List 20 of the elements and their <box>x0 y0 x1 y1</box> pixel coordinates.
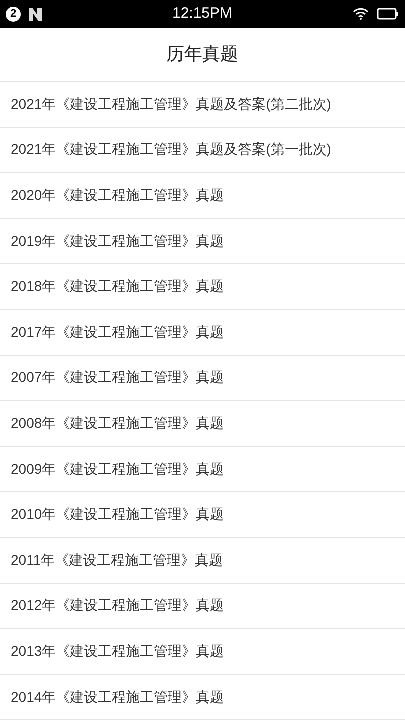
list-item[interactable]: 2017年《建设工程施工管理》真题 <box>0 310 405 356</box>
app-logo-icon <box>29 8 42 20</box>
wifi-icon <box>353 8 369 20</box>
battery-icon <box>377 8 399 20</box>
list-item[interactable]: 2012年《建设工程施工管理》真题 <box>0 584 405 630</box>
list-item[interactable]: 2018年《建设工程施工管理》真题 <box>0 264 405 310</box>
list-item[interactable]: 2011年《建设工程施工管理》真题 <box>0 538 405 584</box>
list-item[interactable]: 2007年《建设工程施工管理》真题 <box>0 356 405 402</box>
list-item[interactable]: 2020年《建设工程施工管理》真题 <box>0 173 405 219</box>
list-item[interactable]: 2009年《建设工程施工管理》真题 <box>0 446 405 492</box>
notification-count: 2 <box>6 6 21 22</box>
list-item[interactable]: 2014年《建设工程施工管理》真题 <box>0 674 405 720</box>
page-title: 历年真题 <box>166 43 238 66</box>
list-item[interactable]: 2013年《建设工程施工管理》真题 <box>0 629 405 675</box>
list-item[interactable]: 2019年《建设工程施工管理》真题 <box>0 218 405 264</box>
list-item[interactable]: 2021年《建设工程施工管理》真题及答案(第一批次) <box>0 128 405 174</box>
list-item[interactable]: 2010年《建设工程施工管理》真题 <box>0 492 405 538</box>
list-item[interactable]: 2021年《建设工程施工管理》真题及答案(第二批次) <box>0 82 405 128</box>
list-item[interactable]: 2008年《建设工程施工管理》真题 <box>0 401 405 447</box>
clock: 12:15PM <box>172 4 233 24</box>
